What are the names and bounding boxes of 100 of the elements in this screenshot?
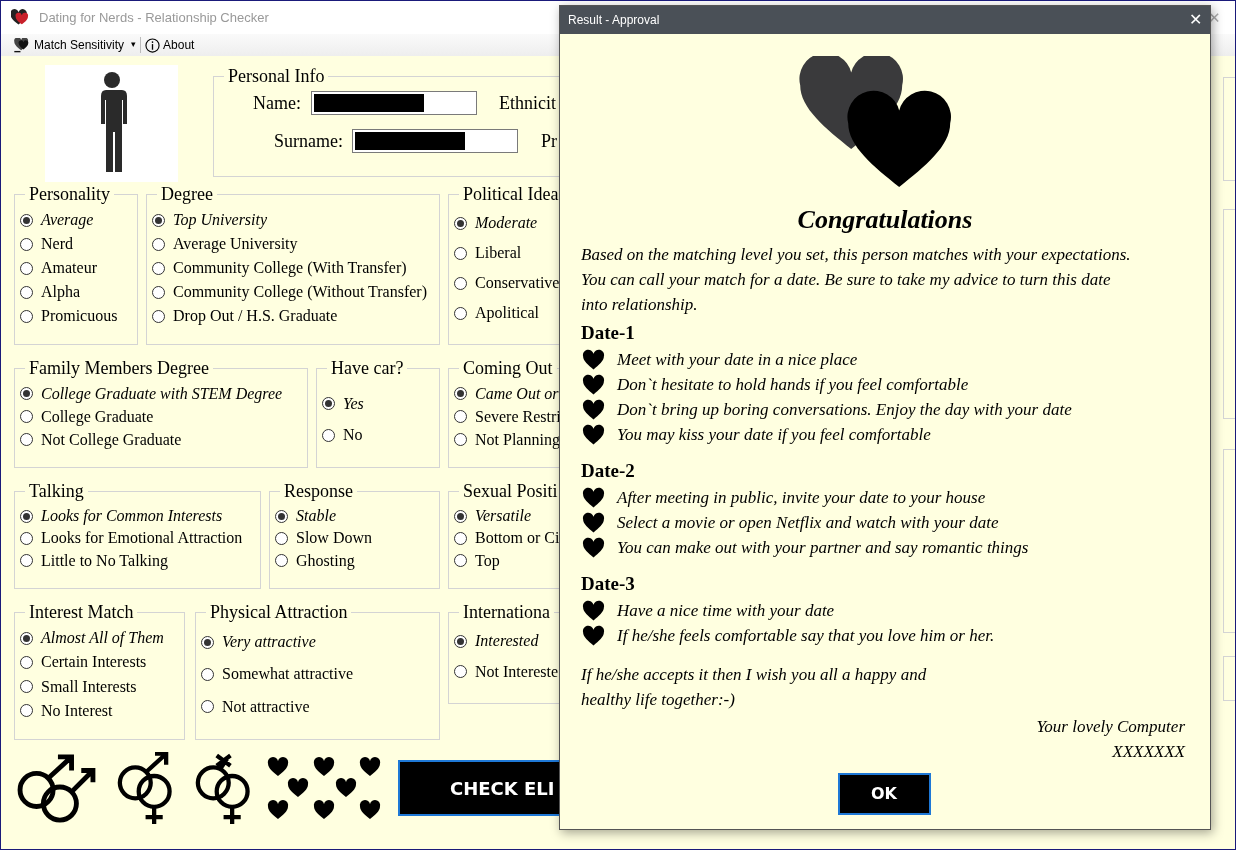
dialog-title: Result - Approval [568,12,660,29]
option-label: Slow Down [296,528,372,549]
signature-text: XXXXXXX [1112,741,1185,763]
tip-text: Don`t hesitate to hold hands if you feel comfortable [617,374,969,396]
radio-button[interactable] [454,246,467,260]
heart-icon [581,398,606,421]
group-title: Talking [28,481,85,501]
radio-button[interactable] [20,213,33,227]
option-label: Looks for Common Interests [41,506,223,527]
radio-button[interactable] [20,261,33,275]
radio-button[interactable] [20,680,33,694]
option-label: No [343,425,363,446]
option-label: Almost All of Them [41,628,164,649]
option-label: Not Intereste [475,661,559,682]
group-title: Degree [160,184,214,204]
option-label: Nerd [41,234,73,254]
option-label: Interested [475,631,539,652]
option-label: Drop Out / H.S. Graduate [173,306,338,326]
radio-button[interactable] [20,631,33,645]
option-label: Alpha [41,282,81,302]
group-title: Internationa [462,602,551,622]
radio-button[interactable] [454,387,467,400]
radio-button[interactable] [275,509,288,523]
radio-button[interactable] [20,655,33,669]
option-label: Conservative [475,273,560,293]
radio-button[interactable] [454,433,467,446]
radio-button[interactable] [454,216,467,230]
group-title: Have car? [330,358,405,378]
radio-button[interactable] [201,635,214,649]
field-label: Pr [541,129,557,153]
radio-button[interactable] [20,532,33,545]
option-label: Bottom or Ci [475,528,560,549]
tip-text: Have a nice time with your date [617,600,835,622]
option-label: Not Planning [475,429,560,450]
option-label: Community College (Without Transfer) [173,282,427,302]
radio-button[interactable] [152,309,165,323]
radio-button[interactable] [201,700,214,714]
radio-button[interactable] [275,532,288,545]
radio-button[interactable] [454,306,467,320]
group-title: Coming Out [462,358,554,378]
option-label: No Interest [41,700,113,721]
heart-icon [581,423,606,446]
about-button[interactable]: About [144,35,196,55]
group-title: Interest Match [28,602,135,622]
close-button[interactable]: ✕ [1189,12,1202,28]
radio-button[interactable] [20,704,33,718]
radio-button[interactable] [20,433,33,446]
field-label: Surname: [273,129,343,153]
radio-button[interactable] [20,410,33,423]
option-label: Average University [173,234,298,254]
radio-button[interactable] [152,213,165,227]
option-label: College Graduate [41,406,154,427]
radio-button[interactable] [201,668,214,681]
radio-button[interactable] [454,634,467,648]
option-label: Moderate [475,213,538,233]
group-title: Family Members Degree [28,358,210,378]
option-label: Very attractive [222,632,316,653]
option-label: Somewhat attractive [222,664,354,685]
radio-button[interactable] [322,428,335,442]
radio-button[interactable] [152,261,165,275]
dialog-heading: Congratulations [796,204,974,236]
option-label: Top [475,550,500,571]
radio-button[interactable] [454,665,467,679]
option-label: Average [41,210,94,230]
radio-button[interactable] [454,532,467,545]
ok-button[interactable]: OK [837,773,931,815]
radio-button[interactable] [454,410,467,423]
radio-button[interactable] [454,509,467,523]
radio-button[interactable] [454,554,467,568]
surname-field[interactable] [352,129,518,153]
heart-icon [581,486,606,509]
option-label: Ghosting [296,550,355,571]
info-icon [145,37,161,53]
radio-button[interactable] [20,285,33,299]
app-icon [11,8,31,27]
option-label: Community College (With Transfer) [173,258,407,278]
radio-button[interactable] [322,397,335,411]
hearts-pattern-icon [266,756,382,820]
radio-button[interactable] [152,237,165,251]
radio-button[interactable] [152,285,165,299]
radio-button[interactable] [275,554,288,568]
tip-text: You can make out with your partner and say romantic things [617,537,1029,559]
radio-button[interactable] [20,237,33,251]
match-sensitivity-dropdown[interactable]: Match Sensitivity ▾ [13,35,138,55]
group-title: Personal Info [227,66,326,86]
option-label: Promicuous [41,306,118,326]
radio-button[interactable] [20,309,33,323]
intro-text: Based on the matching level you set, this person matches with your expectations. You can call your match for a date. Be sure to take my advice to turn this date into relationship. [581,244,1132,316]
tip-text: You may kiss your date if you feel comfortable [617,424,931,446]
radio-button[interactable] [20,387,33,400]
field-label: Name: [252,91,301,115]
heart-icon [581,511,606,534]
date-heading: Date-1 [581,321,636,345]
name-field[interactable] [311,91,477,115]
option-label: Amateur [41,258,97,278]
radio-button[interactable] [454,276,467,290]
group-title: Political Idea [462,184,560,204]
radio-button[interactable] [20,509,33,523]
tip-text: After meeting in public, invite your date to your house [617,487,986,509]
radio-button[interactable] [20,554,33,568]
